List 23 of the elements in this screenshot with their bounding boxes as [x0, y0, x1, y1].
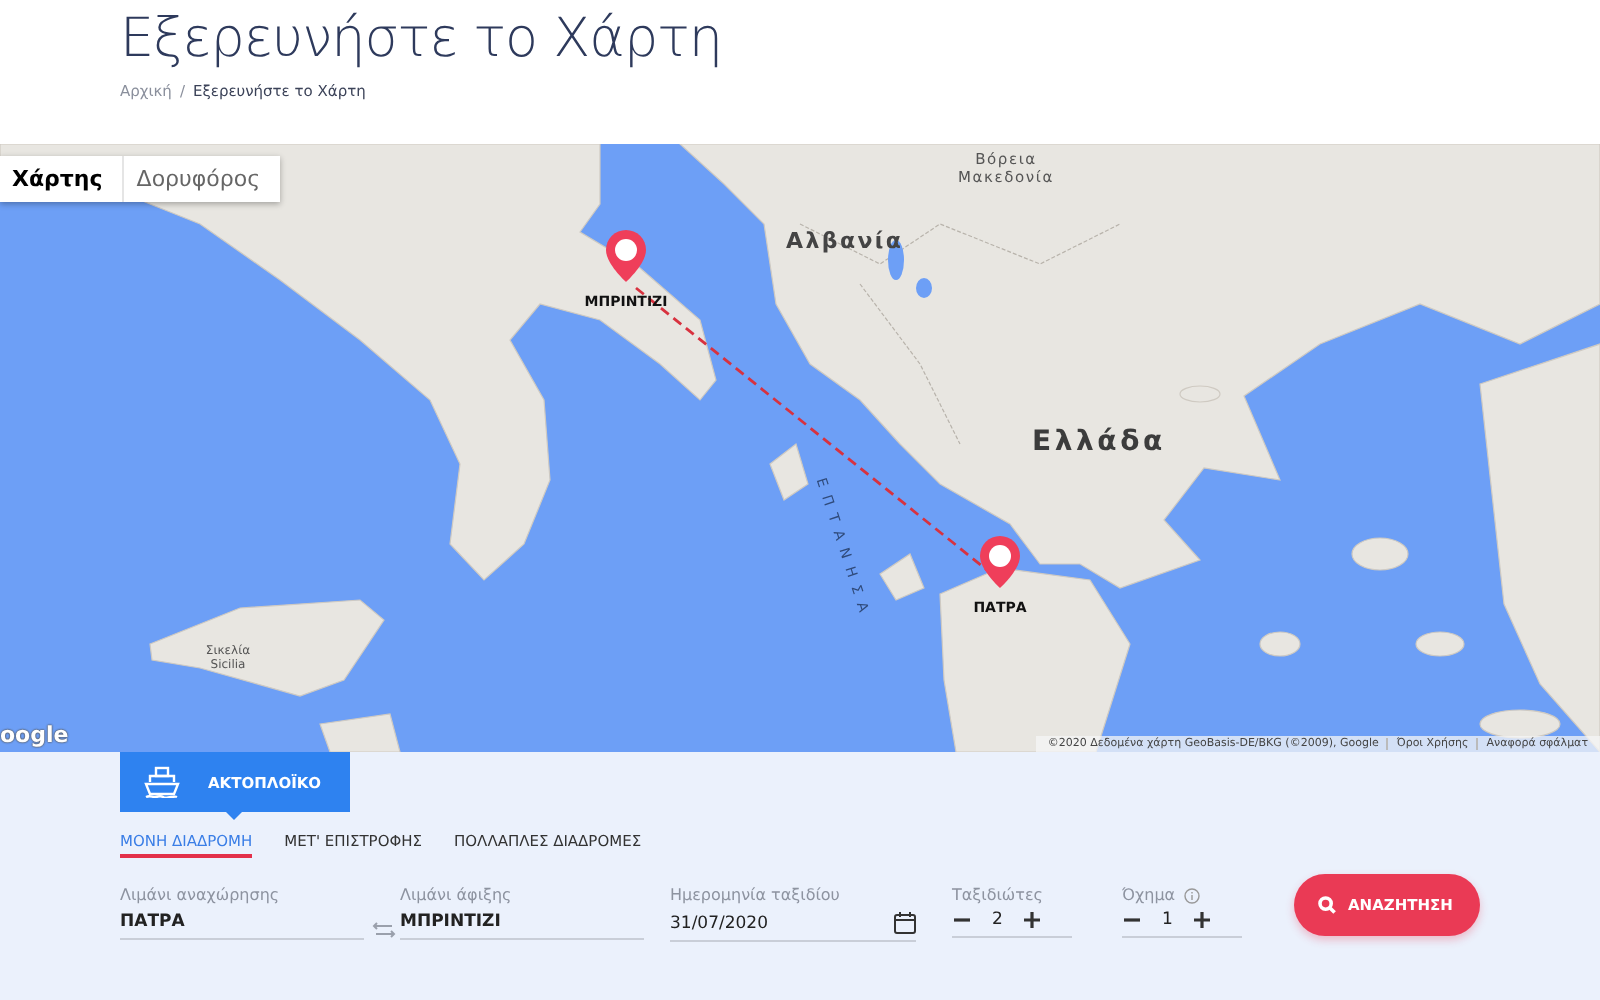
field-label: Λιμάνι αναχώρησης [120, 886, 280, 904]
map-type-tab[interactable]: Χάρτης [0, 156, 125, 202]
date-field[interactable]: 31/07/2020 [670, 913, 768, 933]
calendar-icon[interactable] [894, 912, 916, 934]
field-label: Ταξιδιώτες [952, 886, 1043, 904]
page-title: Εξερευνήστε το Χάρτη [120, 6, 722, 70]
field-label: Ημερομηνία ταξιδίου [670, 886, 840, 904]
map-pin-icon[interactable] [978, 534, 1022, 590]
port-field[interactable]: ΠΑΤΡΑ [120, 912, 364, 932]
counter-value: 2 [992, 910, 1003, 930]
field-label: Λιμάνι άφιξης [400, 886, 512, 904]
map-logo: oogle [0, 722, 69, 748]
plus-icon[interactable] [1022, 910, 1043, 930]
ship-icon [144, 766, 180, 798]
map-label: Ελλάδα [1032, 426, 1166, 458]
field-label: Όχημα [1122, 886, 1176, 904]
search-icon [1318, 896, 1336, 914]
map-type-tab[interactable]: Δορυφόρος [124, 156, 281, 202]
map-pin-icon[interactable] [604, 228, 648, 284]
counter-value: 1 [1162, 910, 1173, 930]
port-field[interactable]: ΜΠΡΙΝΤΙΖΙ [400, 912, 644, 932]
map-label: Αλβανία [786, 228, 904, 254]
plus-icon[interactable] [1192, 910, 1213, 930]
